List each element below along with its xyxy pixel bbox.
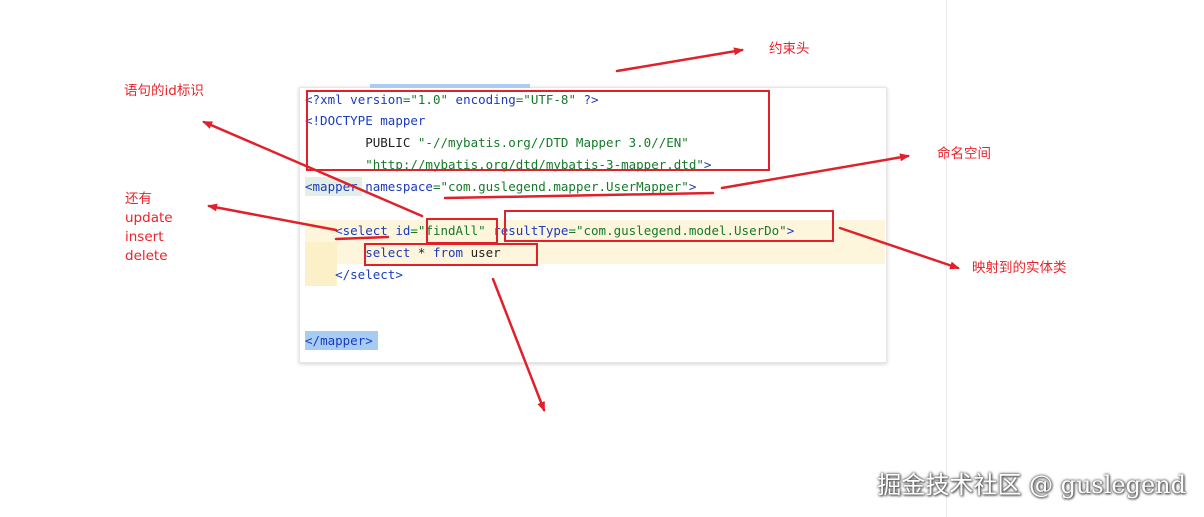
watermark: 掘金技术社区 @ guslegend	[877, 471, 1186, 499]
namespace-underline	[443, 191, 715, 200]
constraint-arrow	[615, 47, 744, 73]
also-label-line: insert	[125, 229, 164, 245]
namespace-label: 命名空间	[937, 146, 991, 162]
entity-arrow	[838, 226, 960, 270]
also-label-line: 还有	[125, 191, 152, 207]
also-label-line: delete	[125, 248, 168, 264]
statement-id-label: 语句的id标识	[124, 83, 204, 99]
statement-id-arrow	[202, 120, 424, 218]
also-label: 还有 update insert delete	[125, 190, 173, 266]
mapped-entity-label: 映射到的实体类	[972, 260, 1067, 276]
namespace-arrow	[720, 153, 910, 190]
sql-arrow	[491, 277, 546, 412]
also-arrow	[207, 203, 338, 232]
also-label-line: update	[125, 210, 173, 226]
select-underline	[334, 235, 390, 241]
constraint-header-label: 约束头	[769, 41, 810, 57]
